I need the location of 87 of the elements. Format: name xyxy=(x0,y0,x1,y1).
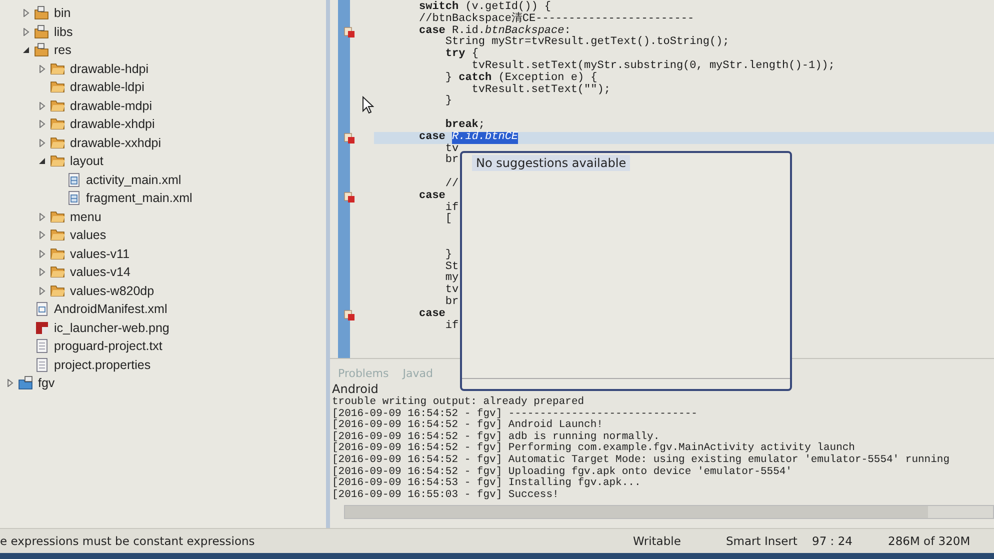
console-line: [2016-09-09 16:54:52 - fgv] Android Launch! xyxy=(332,420,604,432)
console-line: [2016-09-09 16:54:52 - fgv] Automatic Target Mode: using existing emulator 'emulator-5554' running xyxy=(332,454,951,466)
console-line: [2016-09-09 16:54:52 - fgv] Performing com.example.fgv.MainActivity activity launch xyxy=(332,443,855,454)
package-folder-icon xyxy=(34,24,50,39)
code-line: St xyxy=(444,262,459,274)
folder-icon xyxy=(50,80,66,94)
memory-indicator: 286M of 320M xyxy=(888,534,972,548)
code-line: my xyxy=(444,273,459,284)
tree-item[interactable]: bin xyxy=(54,6,71,20)
tree-item[interactable]: ic_launcher-web.png xyxy=(54,320,170,335)
status-message: e expressions must be constant expressions xyxy=(0,534,256,548)
folder-icon xyxy=(50,117,66,132)
console-line: trouble writing output: already prepared xyxy=(332,397,586,408)
package-folder-icon xyxy=(34,43,50,58)
tree-item[interactable]: proguard-project.txt xyxy=(54,339,162,354)
layout-file-icon xyxy=(66,191,82,206)
code-line: [ xyxy=(444,214,452,226)
mouse-pointer-icon xyxy=(362,96,374,114)
code-line: case R.id.btnBackspace: xyxy=(419,26,571,37)
console-line: [2016-09-09 16:54:52 - fgv] ------------------------------ xyxy=(332,408,698,420)
code-line: br xyxy=(444,296,459,309)
tree-item[interactable]: res xyxy=(54,43,72,58)
console-line: [2016-09-09 16:54:52 - fgv] Uploading fgv.apk onto device 'emulator-5554' xyxy=(332,466,793,478)
project-icon xyxy=(18,376,34,390)
tree-item[interactable]: values-w820dp xyxy=(70,284,154,298)
console-line: [2016-09-09 16:54:53 - fgv] Installing fgv.apk... xyxy=(332,478,642,490)
folder-icon xyxy=(50,62,66,76)
tree-item[interactable]: activity_main.xml xyxy=(86,172,182,187)
xml-file-icon xyxy=(34,302,50,316)
tree-item[interactable]: values-v11 xyxy=(70,246,130,261)
folder-icon xyxy=(50,154,66,168)
code-line: tv xyxy=(444,144,459,155)
tree-item[interactable]: layout xyxy=(70,154,104,168)
tree-item[interactable]: fragment_main.xml xyxy=(86,191,192,206)
code-line: case xyxy=(419,132,446,144)
folder-icon xyxy=(50,246,66,261)
image-file-icon xyxy=(34,320,50,335)
tree-item[interactable]: values-v14 xyxy=(70,265,130,280)
tree-item[interactable]: menu xyxy=(70,210,102,224)
code-line: if xyxy=(444,202,459,214)
code-line: } catch (Exception e) { xyxy=(444,72,598,84)
code-line: // xyxy=(444,178,459,191)
console-line: [2016-09-09 16:55:03 - fgv] Success! xyxy=(332,490,560,502)
console-title: Android xyxy=(331,383,380,396)
code-line: tvResult.setText(""); xyxy=(470,84,610,96)
status-mode: Writable xyxy=(633,534,682,548)
code-line: tv xyxy=(444,285,459,296)
folder-icon xyxy=(50,210,66,224)
code-line: if xyxy=(444,320,459,332)
code-line: } xyxy=(444,96,452,108)
expand-arrow-icon[interactable] xyxy=(22,46,30,54)
status-insert-mode: Smart Insert xyxy=(726,534,798,548)
code-line: String myStr=tvResult.getText().toString(); xyxy=(444,37,730,48)
text-file-icon xyxy=(34,339,50,354)
tree-item[interactable]: drawable-mdpi xyxy=(70,98,152,113)
selected-code-text: R.id.btnCE xyxy=(452,132,518,144)
tree-item[interactable]: project.properties xyxy=(54,358,151,372)
folder-icon xyxy=(50,98,66,113)
layout-file-icon xyxy=(66,172,82,187)
code-line: case xyxy=(419,308,446,321)
tree-item[interactable]: drawable-xhdpi xyxy=(70,117,155,132)
folder-icon xyxy=(50,228,66,242)
tree-item[interactable]: values xyxy=(70,228,106,242)
code-line: tvResult.setText(myStr.substring(0, myStr.length()-1)); xyxy=(470,60,835,72)
code-line: case xyxy=(419,190,446,203)
folder-icon xyxy=(50,284,66,298)
status-position: 97 : 24 xyxy=(812,534,854,548)
package-folder-icon xyxy=(34,6,50,20)
tree-item[interactable]: drawable-ldpi xyxy=(70,80,144,94)
folder-icon xyxy=(50,136,66,150)
text-file-icon xyxy=(34,358,50,372)
tree-item[interactable]: fgv xyxy=(38,376,55,390)
horizontal-scrollbar[interactable] xyxy=(344,505,994,520)
code-line: //btnBackspace清CE------------------------ xyxy=(419,14,694,25)
expand-arrow-icon[interactable] xyxy=(38,157,46,166)
folder-icon xyxy=(50,265,66,280)
tree-item[interactable]: libs xyxy=(54,24,73,39)
tree-item[interactable]: drawable-xxhdpi xyxy=(70,136,162,150)
code-line: } xyxy=(444,250,452,262)
suggestion-message: No suggestions available xyxy=(472,155,630,171)
code-line: switch (v.getId()) { xyxy=(419,2,552,13)
console-line: [2016-09-09 16:54:52 - fgv] adb is running normally. xyxy=(332,432,660,443)
code-line: br xyxy=(444,155,459,168)
tree-item[interactable]: AndroidManifest.xml xyxy=(54,302,168,316)
code-line: break; xyxy=(444,120,486,131)
tree-item[interactable]: drawable-hdpi xyxy=(70,62,149,76)
code-line: try { xyxy=(444,49,478,60)
